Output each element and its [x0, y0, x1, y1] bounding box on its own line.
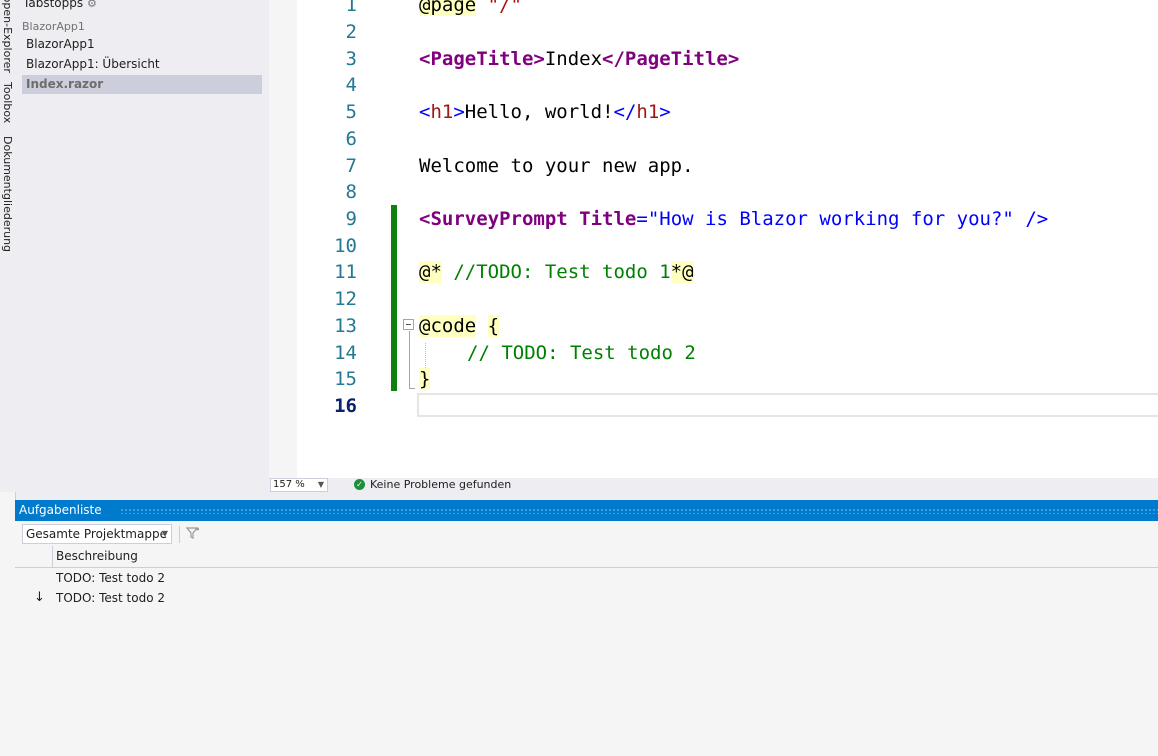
side-tab-solution-explorer[interactable]: Projektmappen-Explorer	[0, 0, 15, 73]
zoom-value: 157 %	[273, 479, 305, 490]
nav-item-blazorapp1[interactable]: BlazorApp1	[26, 37, 95, 51]
toolbar-separator	[179, 526, 180, 543]
line-number: 13	[334, 315, 357, 337]
line-number: 1	[345, 0, 357, 16]
table-row[interactable]: ↓ TODO: Test todo 2	[15, 588, 1158, 608]
check-circle-icon[interactable]: ✓	[354, 479, 365, 490]
tabstops-label: Tabstopps ⚙	[23, 0, 97, 10]
line-number: 14	[334, 342, 357, 364]
line-number-current: 16	[334, 395, 357, 417]
line-number: 15	[334, 368, 357, 390]
chevron-down-icon: ▼	[317, 480, 324, 489]
gear-icon[interactable]: ⚙	[87, 0, 97, 10]
line-number: 6	[345, 128, 357, 150]
nav-item-overview[interactable]: BlazorApp1: Übersicht	[26, 57, 160, 71]
editor-left-margin	[269, 0, 297, 492]
project-group-label: BlazorApp1	[22, 20, 85, 33]
code-line-5: <h1>Hello, world!</h1>	[419, 101, 671, 123]
line-number: 5	[345, 101, 357, 123]
scope-dropdown[interactable]: Gesamte Projektmappe ▼	[22, 524, 172, 544]
side-tab-document-outline[interactable]: Dokumentgliederung	[0, 136, 15, 252]
column-separator[interactable]	[52, 546, 53, 567]
code-line-1: @page "/"	[419, 0, 522, 19]
navigation-panel: Tabstopps ⚙ BlazorApp1 BlazorApp1 Blazor…	[15, 0, 269, 492]
side-strip-lower	[0, 492, 16, 756]
fold-guide-end	[409, 388, 415, 389]
line-number: 7	[345, 155, 357, 177]
issues-status-text[interactable]: Keine Probleme gefunden	[370, 478, 511, 492]
task-description: TODO: Test todo 2	[56, 571, 166, 585]
code-line-15: }	[419, 368, 431, 390]
line-number: 2	[345, 21, 357, 43]
arrow-down-icon: ↓	[34, 590, 45, 605]
nav-item-index-razor[interactable]: Index.razor	[26, 77, 103, 91]
task-list-title: Aufgabenliste	[15, 503, 108, 517]
scope-value: Gesamte Projektmappe	[26, 527, 167, 541]
side-tab-toolbox[interactable]: Toolbox	[0, 82, 15, 123]
code-line-7: Welcome to your new app.	[419, 155, 694, 177]
line-number: 12	[334, 288, 357, 310]
task-list-header: Beschreibung	[15, 546, 1158, 568]
change-tracking-bar	[391, 205, 397, 391]
code-line-9: <SurveyPrompt Title="How is Blazor worki…	[419, 208, 1049, 230]
code-editor[interactable]: 1 2 3 4 5 6 7 8 9 10 11 12 13 14 15 16 @…	[297, 0, 1158, 478]
task-description: TODO: Test todo 2	[56, 591, 166, 605]
titlebar-grip-pattern	[120, 508, 1158, 514]
line-number: 4	[345, 74, 357, 96]
task-list-panel: Gesamte Projektmappe ▼ Beschreibung TODO…	[15, 521, 1158, 756]
filter-icon[interactable]	[185, 526, 202, 542]
line-number: 10	[334, 235, 357, 257]
line-number: 9	[345, 208, 357, 230]
code-line-11: @* //TODO: Test todo 1*@	[419, 261, 694, 283]
fold-guide-line	[409, 331, 410, 389]
line-number: 11	[334, 261, 357, 283]
code-line-3: <PageTitle>Index</PageTitle>	[419, 48, 740, 70]
table-row[interactable]: TODO: Test todo 2	[15, 568, 1158, 588]
line-number: 3	[345, 48, 357, 70]
column-header-description[interactable]: Beschreibung	[56, 546, 138, 567]
code-line-14: // TODO: Test todo 2	[467, 342, 696, 364]
line-number: 8	[345, 181, 357, 203]
side-tab-strip: Projektmappen-Explorer Toolbox Dokumentg…	[0, 0, 16, 492]
collapse-icon[interactable]	[403, 319, 414, 330]
zoom-dropdown[interactable]: 157 % ▼	[270, 478, 328, 492]
code-line-13: @code {	[419, 315, 500, 337]
editor-status-bar: 157 % ▼ ✓ Keine Probleme gefunden	[269, 478, 1158, 492]
chevron-down-icon: ▼	[161, 529, 168, 538]
current-line-highlight	[417, 393, 1158, 417]
